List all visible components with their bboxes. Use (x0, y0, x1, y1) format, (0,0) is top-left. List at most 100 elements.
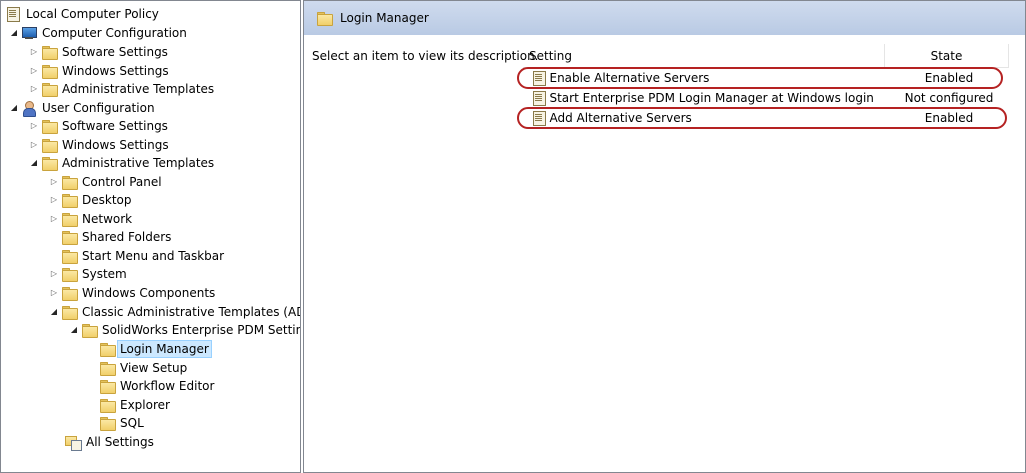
folder-icon (99, 398, 116, 413)
tree-item-all-settings[interactable]: All Settings (65, 433, 157, 451)
tree-item-label: User Configuration (42, 101, 155, 115)
expand-arrow-icon[interactable]: ▷ (29, 62, 39, 80)
setting-name: Add Alternative Servers (549, 111, 692, 125)
expand-arrow-icon[interactable]: ▷ (49, 265, 59, 283)
tree-item-start-menu-and-taskbar[interactable]: Start Menu and Taskbar (61, 247, 227, 265)
tree-item-control-panel[interactable]: ▷ Control Panel (49, 173, 165, 191)
folder-icon (41, 82, 58, 97)
folder-icon (41, 156, 58, 171)
tree-item-label: All Settings (86, 435, 154, 449)
tree-item-label: Shared Folders (82, 230, 172, 244)
tree-item-administrative-templates[interactable]: ◢ Administrative Templates (29, 154, 217, 172)
expand-arrow-icon[interactable]: ▷ (49, 210, 59, 228)
tree-item-label: Computer Configuration (42, 26, 187, 40)
settings-list: Setting State Enable Alternative Servers… (517, 44, 1025, 472)
computer-icon (21, 26, 37, 40)
column-header-setting[interactable]: Setting (523, 44, 885, 68)
tree-item-label: Administrative Templates (62, 82, 215, 96)
tree-item-label: Software Settings (62, 119, 168, 133)
tree-item-explorer[interactable]: Explorer (99, 396, 173, 414)
policy-setting-icon (531, 111, 547, 126)
tree-item-view-setup[interactable]: View Setup (99, 359, 190, 377)
tree-item-label: Desktop (82, 193, 132, 207)
setting-row[interactable]: Start Enterprise PDM Login Manager at Wi… (523, 88, 1009, 108)
tree-item-label: Start Menu and Taskbar (82, 249, 225, 263)
user-icon (21, 101, 37, 117)
tree-item-label: Explorer (120, 398, 170, 412)
tree-item-label: Classic Administrative Templates (ADM (82, 305, 301, 319)
folder-icon (61, 267, 78, 282)
policy-setting-icon (531, 71, 547, 86)
expand-arrow-icon[interactable]: ▷ (49, 191, 59, 209)
tree-item-label: Workflow Editor (120, 379, 215, 393)
folder-icon (81, 323, 98, 338)
expand-arrow-icon[interactable]: ▷ (49, 284, 59, 302)
collapse-arrow-icon[interactable]: ◢ (9, 24, 19, 42)
tree-item-workflow-editor[interactable]: Workflow Editor (99, 377, 217, 395)
expand-arrow-icon[interactable]: ▷ (29, 80, 39, 98)
setting-name: Enable Alternative Servers (549, 71, 710, 85)
folder-icon (41, 64, 58, 79)
collapse-arrow-icon[interactable]: ◢ (29, 154, 39, 172)
tree-item-computer-configuration[interactable]: ◢ Computer Configuration (9, 24, 190, 42)
description-text: Select an item to view its description. (312, 49, 539, 63)
setting-state: Enabled (924, 71, 974, 85)
tree-item-user-configuration[interactable]: ◢ User Configuration (9, 99, 158, 117)
tree-item-windows-settings[interactable]: ▷ Windows Settings (29, 62, 172, 80)
tree-item-label: Administrative Templates (62, 156, 215, 170)
policy-setting-icon (531, 91, 547, 106)
tree-item-label: SolidWorks Enterprise PDM Settings (102, 323, 301, 337)
tree-item-label: Local Computer Policy (26, 7, 159, 21)
tree-item-label: System (82, 267, 127, 281)
tree-item-shared-folders[interactable]: Shared Folders (61, 228, 174, 246)
expand-arrow-icon[interactable]: ▷ (49, 173, 59, 191)
tree-item-label: Control Panel (82, 175, 162, 189)
tree-item-network[interactable]: ▷ Network (49, 210, 135, 228)
expand-arrow-icon[interactable]: ▷ (29, 117, 39, 135)
tree-item-label: Network (82, 212, 133, 226)
folder-icon (61, 305, 78, 320)
collapse-arrow-icon[interactable]: ◢ (49, 303, 59, 321)
tree-item-software-settings[interactable]: ▷ Software Settings (29, 117, 171, 135)
tree-item-sql[interactable]: SQL (99, 414, 147, 432)
setting-state: Enabled (924, 111, 974, 125)
setting-row[interactable]: Enable Alternative Servers Enabled (523, 68, 1009, 88)
expand-arrow-icon[interactable]: ▷ (29, 136, 39, 154)
details-pane: Login Manager Select an item to view its… (303, 0, 1026, 473)
folder-icon (61, 193, 78, 208)
folder-icon (99, 416, 116, 431)
folder-icon (316, 11, 333, 26)
collapse-arrow-icon[interactable]: ◢ (9, 99, 19, 117)
details-header: Login Manager (304, 1, 1025, 35)
tree-item-windows-settings[interactable]: ▷ Windows Settings (29, 136, 172, 154)
setting-name: Start Enterprise PDM Login Manager at Wi… (549, 91, 874, 105)
setting-row[interactable]: Add Alternative Servers Enabled (523, 108, 1009, 128)
tree-item-label: View Setup (120, 361, 188, 375)
tree-item-label: SQL (120, 416, 144, 430)
tree-item-label: Windows Settings (62, 64, 169, 78)
tree-item-software-settings[interactable]: ▷ Software Settings (29, 43, 171, 61)
tree-item-solidworks-enterprise-pdm-settings[interactable]: ◢ SolidWorks Enterprise PDM Settings (69, 321, 301, 339)
collapse-arrow-icon[interactable]: ◢ (69, 321, 79, 339)
tree-item-administrative-templates[interactable]: ▷ Administrative Templates (29, 80, 217, 98)
tree-item-desktop[interactable]: ▷ Desktop (49, 191, 135, 209)
column-header-state[interactable]: State (885, 44, 1009, 68)
setting-state: Not configured (904, 91, 994, 105)
tree-item-label: Windows Settings (62, 138, 169, 152)
tree-item-windows-components[interactable]: ▷ Windows Components (49, 284, 218, 302)
tree-item-label: Login Manager (117, 340, 212, 358)
folder-icon (99, 342, 116, 357)
tree-item-login-manager[interactable]: Login Manager (99, 340, 212, 358)
all-settings-icon (65, 435, 82, 451)
navigation-tree: Local Computer Policy ◢ Computer Configu… (0, 0, 301, 473)
tree-item-local-computer-policy[interactable]: Local Computer Policy (5, 5, 162, 23)
tree-item-label: Windows Components (82, 286, 216, 300)
folder-icon (41, 119, 58, 134)
tree-item-label: Software Settings (62, 45, 168, 59)
tree-item-classic-administrative-templates[interactable]: ◢ Classic Administrative Templates (ADM (49, 303, 301, 321)
expand-arrow-icon[interactable]: ▷ (29, 43, 39, 61)
tree-item-system[interactable]: ▷ System (49, 265, 130, 283)
folder-icon (99, 379, 116, 394)
folder-icon (61, 230, 78, 245)
policy-icon (5, 7, 21, 22)
